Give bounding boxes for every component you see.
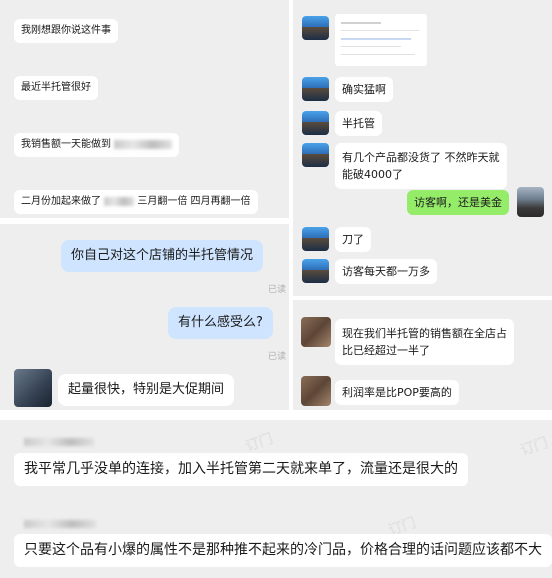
message-bubble[interactable]: 有几个产品都没货了 不然昨天就 能破4000了 <box>335 143 507 190</box>
message-bubble-self[interactable]: 访客啊，还是美金 <box>407 190 509 216</box>
message-text: 比已经超过一半了 <box>342 344 430 358</box>
avatar[interactable] <box>302 227 329 251</box>
message-bubble-self[interactable]: 你自己对这个店铺的半托管情况 <box>61 240 264 272</box>
message-bubble[interactable]: 利润率是比POP要高的 <box>335 380 459 406</box>
message-text: 我销售额一天能做到 <box>21 139 111 150</box>
message-text: 刀了 <box>342 233 364 246</box>
thumbnail-line <box>341 38 411 40</box>
read-status: 已读 <box>268 352 287 362</box>
redacted-amount <box>114 139 173 149</box>
avatar[interactable] <box>302 16 329 40</box>
message-text: 半托管 <box>342 117 375 130</box>
message-bubble[interactable]: 刀了 <box>335 227 371 253</box>
avatar[interactable] <box>302 77 329 101</box>
avatar-self[interactable] <box>517 187 544 217</box>
message-text: 我平常几乎没单的连接，加入半托管第二天就来单了，流量还是很大的 <box>24 461 458 477</box>
chat-panel-3: 你自己对这个店铺的半托管情况 已读 有什么感受么? 已读 起量很快，特别是大促期… <box>0 224 289 410</box>
message-text: 你自己对这个店铺的半托管情况 <box>71 248 254 263</box>
message-text: 我刚想跟你说这件事 <box>21 25 111 36</box>
chat-panel-4: 现在我们半托管的销售额在全店占 比已经超过一半了 利润率是比POP要高的 <box>293 300 552 410</box>
message-bubble[interactable]: 半托管 <box>335 111 382 137</box>
message-text: 能破4000了 <box>342 168 403 182</box>
message-bubble[interactable]: 二月份加起来做了 三月翻一倍 四月再翻一倍 <box>14 190 258 214</box>
message-text: 访客每天都一万多 <box>342 265 430 278</box>
message-bubble[interactable]: 现在我们半托管的销售额在全店占 比已经超过一半了 <box>335 319 514 366</box>
message-text: 只要这个品有小爆的属性不是那种推不起来的冷门品，价格合理的话问题应该都不大 <box>24 542 542 558</box>
message-text: 有什么感受么? <box>178 315 263 330</box>
chat-panel-5: 订门 订门 订门 我平常几乎没单的连接，加入半托管第二天就来单了，流量还是很大的… <box>0 420 552 578</box>
message-text: 确实猛啊 <box>342 83 386 96</box>
watermark: 订门 <box>243 431 276 455</box>
message-text: 现在我们半托管的销售额在全店占 <box>342 327 507 340</box>
message-text: 访客啊，还是美金 <box>414 196 502 209</box>
screenshot-thumbnail[interactable] <box>335 14 427 66</box>
message-text: 三月翻一倍 四月再翻一倍 <box>137 196 251 207</box>
thumbnail-line <box>341 30 419 31</box>
avatar[interactable] <box>301 376 331 406</box>
message-bubble[interactable]: 最近半托管很好 <box>14 76 98 100</box>
chat-panel-1: 我刚想跟你说这件事 最近半托管很好 我销售额一天能做到 二月份加起来做了 三月翻… <box>0 0 289 218</box>
redacted-sender-name <box>24 513 96 532</box>
message-text: 起量很快，特别是大促期间 <box>68 382 225 397</box>
read-status: 已读 <box>268 285 287 295</box>
avatar[interactable] <box>302 111 329 135</box>
redacted-sender-name <box>24 431 94 450</box>
message-text: 有几个产品都没货了 不然昨天就 <box>342 151 500 164</box>
message-text: 利润率是比POP要高的 <box>342 386 452 399</box>
message-bubble[interactable]: 确实猛啊 <box>335 77 393 103</box>
avatar[interactable] <box>301 317 331 347</box>
message-bubble[interactable]: 只要这个品有小爆的属性不是那种推不起来的冷门品，价格合理的话问题应该都不大 <box>14 534 552 567</box>
watermark: 订门 <box>518 435 551 459</box>
message-text: 最近半托管很好 <box>21 82 91 93</box>
message-bubble[interactable]: 我平常几乎没单的连接，加入半托管第二天就来单了，流量还是很大的 <box>14 453 468 486</box>
message-text: 二月份加起来做了 <box>21 196 101 207</box>
avatar[interactable] <box>302 143 329 167</box>
redacted-amount <box>104 196 135 206</box>
message-bubble[interactable]: 起量很快，特别是大促期间 <box>58 374 235 406</box>
message-bubble[interactable]: 访客每天都一万多 <box>335 259 437 285</box>
message-bubble-self[interactable]: 有什么感受么? <box>168 307 273 339</box>
thumbnail-line <box>341 22 381 24</box>
message-bubble[interactable]: 我刚想跟你说这件事 <box>14 19 118 43</box>
thumbnail-line <box>341 54 415 55</box>
avatar[interactable] <box>302 259 329 283</box>
avatar[interactable] <box>14 369 52 407</box>
thumbnail-line <box>341 46 401 47</box>
message-bubble[interactable]: 我销售额一天能做到 <box>14 133 180 157</box>
